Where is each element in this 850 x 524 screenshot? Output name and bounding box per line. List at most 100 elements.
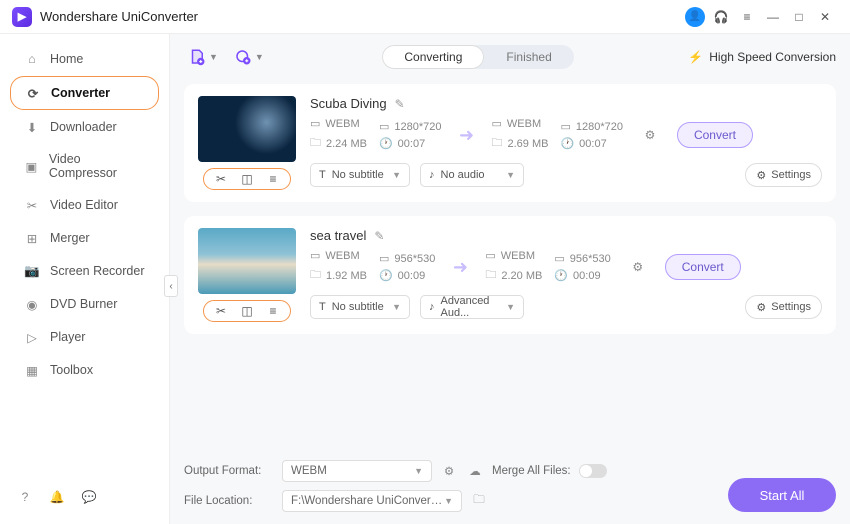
minimize-icon[interactable]: — — [760, 4, 786, 30]
dst-size: 2.20 MB — [501, 270, 542, 282]
cloud-icon[interactable]: ☁ — [466, 462, 484, 480]
src-size: 1.92 MB — [326, 270, 367, 282]
maximize-icon[interactable]: □ — [786, 4, 812, 30]
sidebar-item-label: Video Editor — [50, 198, 118, 212]
download-icon: ⬇ — [24, 119, 40, 135]
rename-icon[interactable]: ✎ — [395, 97, 405, 111]
chevron-down-icon: ▼ — [392, 302, 401, 312]
audio-icon: ♪ — [429, 301, 435, 313]
file-name: sea travel — [310, 228, 366, 243]
add-file-button[interactable]: ▼ — [184, 44, 222, 70]
output-settings-icon[interactable]: ⚙ — [635, 128, 665, 142]
folder-icon: 🗀 — [310, 134, 321, 153]
sidebar-item-downloader[interactable]: ⬇ Downloader — [10, 111, 159, 143]
dst-format: WEBM — [501, 250, 535, 262]
sidebar: ⌂Home ⟳Converter ⬇ Downloader ▣Video Comp… — [0, 34, 170, 524]
app-title: Wondershare UniConverter — [40, 9, 198, 24]
video-icon: ▭ — [485, 249, 495, 262]
subtitle-select[interactable]: TNo subtitle▼ — [310, 295, 410, 319]
audio-icon: ♪ — [429, 169, 435, 181]
merge-label: Merge All Files: — [492, 465, 571, 477]
sidebar-item-compressor[interactable]: ▣Video Compressor — [10, 144, 159, 188]
more-icon[interactable]: ≡ — [265, 171, 281, 187]
merge-toggle[interactable] — [579, 464, 607, 478]
menu-icon[interactable]: ≡ — [734, 4, 760, 30]
more-icon[interactable]: ≡ — [265, 303, 281, 319]
sidebar-item-label: Screen Recorder — [50, 264, 145, 278]
video-thumbnail[interactable] — [198, 228, 296, 294]
add-url-button[interactable]: ▼ — [230, 44, 268, 70]
subtitle-value: No subtitle — [332, 169, 384, 181]
scissors-icon: ✂ — [24, 197, 40, 213]
sidebar-item-recorder[interactable]: 📷Screen Recorder — [10, 255, 159, 287]
subtitle-select[interactable]: TNo subtitle▼ — [310, 163, 410, 187]
src-res: 1280*720 — [394, 121, 441, 133]
src-format: WEBM — [325, 250, 359, 262]
audio-select[interactable]: ♪Advanced Aud...▼ — [420, 295, 524, 319]
video-thumbnail[interactable] — [198, 96, 296, 162]
clock-icon: 🕐 — [379, 269, 393, 282]
gear-icon: ⚙ — [756, 169, 766, 182]
crop-icon[interactable]: ◫ — [239, 303, 255, 319]
file-name: Scuba Diving — [310, 96, 387, 111]
clock-icon: 🕐 — [554, 269, 568, 282]
add-url-icon — [234, 48, 252, 66]
sidebar-item-player[interactable]: ▷Player — [10, 321, 159, 353]
dst-dur: 00:09 — [573, 270, 601, 282]
disc-icon: ◉ — [24, 296, 40, 312]
feedback-icon[interactable]: 💬 — [80, 488, 98, 506]
settings-button[interactable]: ⚙Settings — [745, 163, 822, 187]
sidebar-item-label: DVD Burner — [50, 297, 117, 311]
src-format: WEBM — [325, 118, 359, 130]
file-location-label: File Location: — [184, 495, 274, 507]
settings-label: Settings — [771, 301, 811, 313]
output-format-select[interactable]: WEBM▼ — [282, 460, 432, 482]
file-location-select[interactable]: F:\Wondershare UniConverter▼ — [282, 490, 462, 512]
convert-button[interactable]: Convert — [665, 254, 741, 280]
sidebar-item-merger[interactable]: ⊞ Merger — [10, 222, 159, 254]
support-icon[interactable]: 🎧 — [708, 4, 734, 30]
main-panel: ▼ ▼ Converting Finished ⚡ High Speed Con… — [170, 34, 850, 524]
sidebar-item-converter[interactable]: ⟳Converter — [10, 76, 159, 110]
play-icon: ▷ — [24, 329, 40, 345]
folder-icon: 🗀 — [310, 266, 321, 285]
sidebar-item-label: Downloader — [50, 120, 117, 134]
help-icon[interactable]: ? — [16, 488, 34, 506]
src-dur: 00:07 — [398, 138, 426, 150]
sidebar-item-editor[interactable]: ✂ Video Editor — [10, 189, 159, 221]
dst-format: WEBM — [507, 118, 541, 130]
arrow-icon: ➜ — [453, 125, 479, 146]
folder-icon: 🗀 — [485, 266, 496, 285]
sidebar-item-toolbox[interactable]: ▦Toolbox — [10, 354, 159, 386]
trim-icon[interactable]: ✂ — [213, 171, 229, 187]
open-folder-icon[interactable]: 🗀 — [470, 492, 488, 510]
convert-button[interactable]: Convert — [677, 122, 753, 148]
merge-icon: ⊞ — [24, 230, 40, 246]
high-speed-toggle[interactable]: ⚡ High Speed Conversion — [688, 50, 836, 64]
audio-value: No audio — [441, 169, 485, 181]
sidebar-item-dvd[interactable]: ◉ DVD Burner — [10, 288, 159, 320]
bell-icon[interactable]: 🔔 — [48, 488, 66, 506]
user-icon[interactable]: 👤 — [685, 7, 705, 27]
close-icon[interactable]: ✕ — [812, 4, 838, 30]
hsc-label: High Speed Conversion — [709, 50, 836, 64]
file-location-value: F:\Wondershare UniConverter — [291, 495, 444, 507]
sidebar-item-home[interactable]: ⌂Home — [10, 43, 159, 75]
gpu-icon[interactable]: ⚙ — [440, 462, 458, 480]
add-file-icon — [188, 48, 206, 66]
sidebar-item-label: Video Compressor — [49, 152, 145, 180]
chevron-down-icon: ▼ — [392, 170, 401, 180]
file-list: ✂ ◫ ≡ Scuba Diving ✎ ▭WEBM 🗀2.24 MB — [170, 80, 850, 452]
folder-icon: 🗀 — [491, 134, 502, 153]
tab-finished[interactable]: Finished — [484, 45, 573, 69]
start-all-button[interactable]: Start All — [728, 478, 836, 512]
audio-select[interactable]: ♪No audio▼ — [420, 163, 524, 187]
crop-icon[interactable]: ◫ — [239, 171, 255, 187]
trim-icon[interactable]: ✂ — [213, 303, 229, 319]
sidebar-item-label: Merger — [50, 231, 90, 245]
rename-icon[interactable]: ✎ — [374, 229, 384, 243]
sidebar-collapse[interactable]: ‹ — [164, 275, 178, 297]
tab-converting[interactable]: Converting — [382, 45, 484, 69]
settings-button[interactable]: ⚙Settings — [745, 295, 822, 319]
output-settings-icon[interactable]: ⚙ — [623, 260, 653, 274]
